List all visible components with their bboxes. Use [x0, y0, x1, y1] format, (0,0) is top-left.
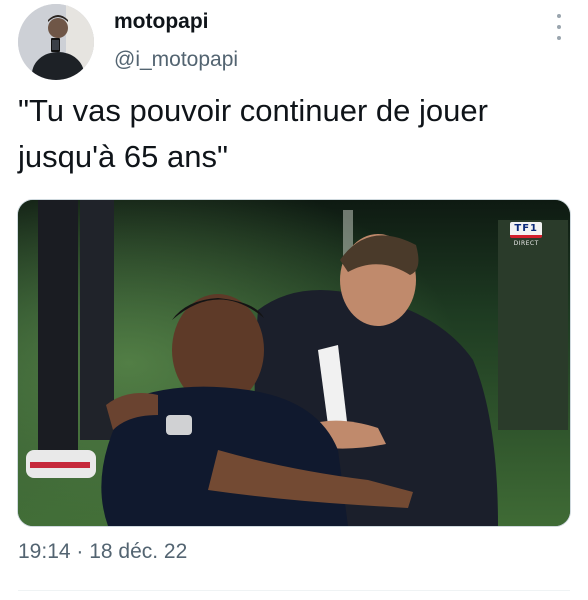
- tweet-timestamp[interactable]: 19:14 · 18 déc. 22: [18, 540, 187, 564]
- more-options-icon[interactable]: [552, 14, 566, 40]
- tf1-logo-icon: TF1 DIRECT: [510, 222, 542, 247]
- more-dot: [557, 36, 561, 40]
- divider: [18, 590, 570, 591]
- display-name[interactable]: motopapi: [114, 10, 209, 34]
- tweet-media-image[interactable]: TF1 DIRECT: [17, 199, 571, 527]
- tweet-text: "Tu vas pouvoir continuer de jouer jusqu…: [18, 93, 488, 174]
- photo-illustration: [18, 200, 570, 526]
- more-dot: [557, 14, 561, 18]
- tweet-card: motopapi @i_motopapi "Tu vas pouvoir con…: [0, 0, 588, 600]
- avatar-image: [18, 4, 94, 80]
- channel-logo-text: TF1: [510, 222, 542, 238]
- channel-logo-sub: DIRECT: [513, 240, 539, 247]
- avatar[interactable]: [18, 4, 94, 80]
- user-handle[interactable]: @i_motopapi: [114, 48, 238, 72]
- more-dot: [557, 25, 561, 29]
